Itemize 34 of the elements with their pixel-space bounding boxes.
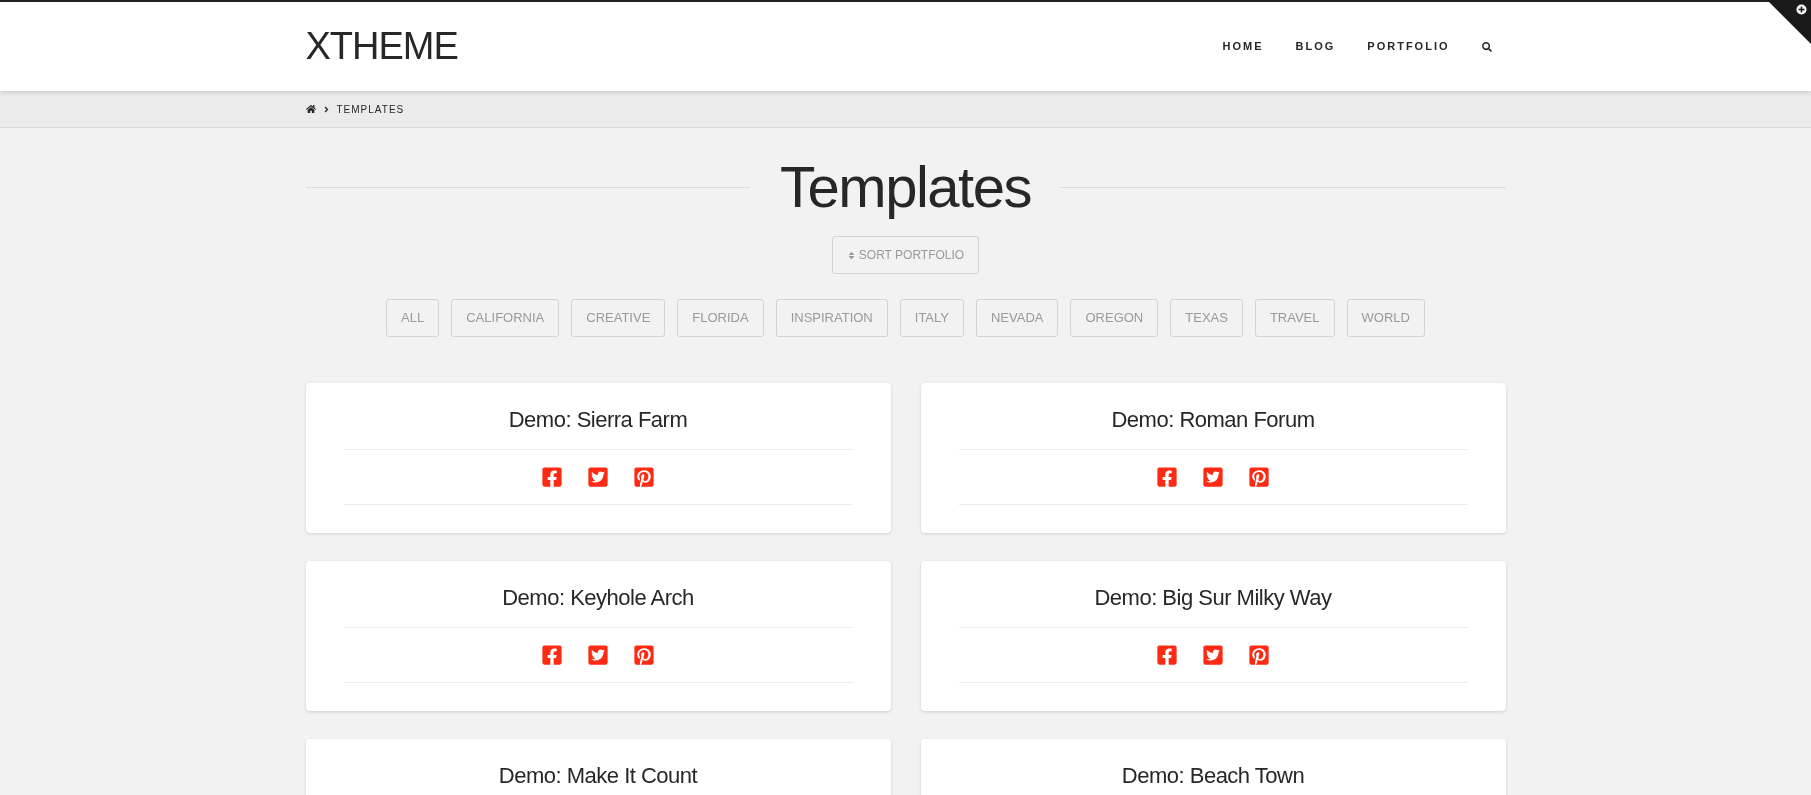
portfolio-card[interactable]: Demo: Make It Count [305,739,891,795]
portfolio-card[interactable]: Demo: Keyhole Arch [305,561,891,711]
site-logo[interactable]: XTHEME [305,18,458,75]
card-title[interactable]: Demo: Beach Town [958,763,1468,789]
card-title[interactable]: Demo: Roman Forum [958,407,1468,433]
pinterest-icon[interactable] [1248,644,1270,666]
corner-ribbon-drawing[interactable] [1767,0,1811,44]
sort-icon [846,250,856,260]
pinterest-icon[interactable] [633,644,655,666]
twitter-icon[interactable] [1202,466,1224,488]
twitter-icon[interactable] [587,466,609,488]
card-title[interactable]: Demo: Keyhole Arch [343,585,853,611]
breadcrumb-current: TEMPLATES [336,102,405,117]
portfolio-card[interactable]: Demo: Beach Town [920,739,1506,795]
nav-link[interactable]: BLOG [1295,38,1336,55]
home-icon[interactable] [305,104,316,114]
portfolio-card[interactable]: Demo: Big Sur Milky Way [920,561,1506,711]
card-title[interactable]: Demo: Make It Count [343,763,853,789]
nav-link[interactable]: HOME [1222,38,1264,55]
facebook-icon[interactable] [1156,644,1178,666]
facebook-icon[interactable] [541,644,563,666]
facebook-icon[interactable] [541,466,563,488]
facebook-icon[interactable] [1156,466,1178,488]
twitter-icon[interactable] [1202,644,1224,666]
search-icon[interactable] [1481,41,1492,52]
card-title[interactable]: Demo: Big Sur Milky Way [958,585,1468,611]
nav-link[interactable]: PORTFOLIO [1367,38,1450,55]
portfolio-card[interactable]: Demo: Roman Forum [920,383,1506,533]
pinterest-icon[interactable] [633,466,655,488]
card-title[interactable]: Demo: Sierra Farm [343,407,853,433]
page-title: Templates [780,153,1031,221]
portfolio-card[interactable]: Demo: Sierra Farm [305,383,891,533]
twitter-icon[interactable] [587,644,609,666]
pinterest-icon[interactable] [1248,466,1270,488]
